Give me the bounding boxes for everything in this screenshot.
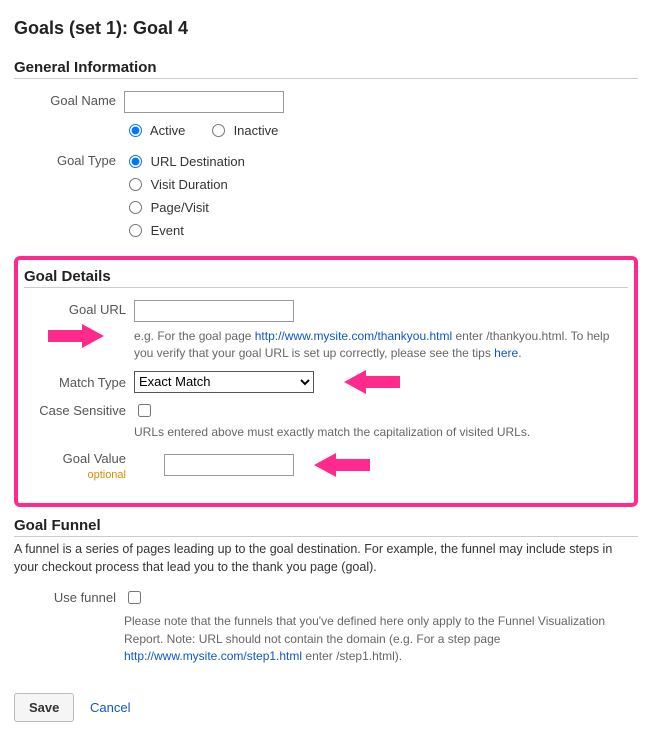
- status-active-radio[interactable]: [129, 124, 142, 137]
- goal-url-example-link[interactable]: http://www.mysite.com/thankyou.html: [255, 329, 452, 343]
- case-sensitive-help: URLs entered above must exactly match th…: [134, 424, 628, 441]
- goal-type-event-option[interactable]: Event: [124, 223, 184, 238]
- use-funnel-checkbox[interactable]: [128, 591, 141, 604]
- general-heading: General Information: [14, 59, 638, 79]
- actions-row: Save Cancel: [14, 693, 638, 722]
- general-information-section: General Information Goal Name Active Ina…: [14, 59, 638, 244]
- goal-value-label: Goal Value: [63, 451, 126, 466]
- funnel-example-link[interactable]: http://www.mysite.com/step1.html: [124, 649, 302, 663]
- funnel-help: Please note that the funnels that you've…: [124, 613, 638, 665]
- goal-url-tips-link[interactable]: here: [494, 346, 518, 360]
- goal-type-pagevisit-radio[interactable]: [129, 201, 142, 214]
- use-funnel-label: Use funnel: [14, 588, 124, 605]
- status-active-option[interactable]: Active: [124, 123, 189, 138]
- match-type-label: Match Type: [24, 373, 134, 390]
- goal-type-event-radio[interactable]: [129, 224, 142, 237]
- page-title: Goals (set 1): Goal 4: [14, 18, 638, 39]
- optional-badge: optional: [87, 469, 126, 481]
- arrow-icon: [342, 368, 402, 396]
- goal-type-pagevisit-option[interactable]: Page/Visit: [124, 200, 209, 215]
- case-sensitive-checkbox[interactable]: [138, 404, 151, 417]
- goal-url-label: Goal URL: [24, 300, 134, 317]
- status-inactive-radio[interactable]: [212, 124, 225, 137]
- goal-name-label: Goal Name: [14, 91, 124, 108]
- arrow-icon: [312, 451, 372, 479]
- goal-type-duration-radio[interactable]: [129, 178, 142, 191]
- status-inactive-option[interactable]: Inactive: [207, 123, 278, 138]
- goal-url-input[interactable]: [134, 300, 294, 322]
- case-sensitive-label: Case Sensitive: [24, 401, 134, 418]
- goal-type-url-option[interactable]: URL Destination: [124, 154, 245, 169]
- arrow-icon: [46, 322, 106, 350]
- funnel-heading: Goal Funnel: [14, 517, 638, 537]
- goal-funnel-section: Goal Funnel A funnel is a series of page…: [14, 517, 638, 665]
- match-type-select[interactable]: Exact Match: [134, 371, 314, 393]
- goal-value-input[interactable]: [164, 454, 294, 476]
- goal-url-help: e.g. For the goal page http://www.mysite…: [134, 328, 628, 363]
- goal-name-input[interactable]: [124, 91, 284, 113]
- goal-type-duration-option[interactable]: Visit Duration: [124, 177, 228, 192]
- save-button[interactable]: Save: [14, 693, 74, 722]
- details-heading: Goal Details: [24, 268, 628, 288]
- goal-type-url-radio[interactable]: [129, 155, 142, 168]
- goal-details-highlight: Goal Details Goal URL e.g. For the goal …: [14, 256, 638, 507]
- cancel-link[interactable]: Cancel: [90, 700, 130, 715]
- goal-type-label: Goal Type: [14, 152, 124, 168]
- funnel-intro: A funnel is a series of pages leading up…: [14, 541, 638, 576]
